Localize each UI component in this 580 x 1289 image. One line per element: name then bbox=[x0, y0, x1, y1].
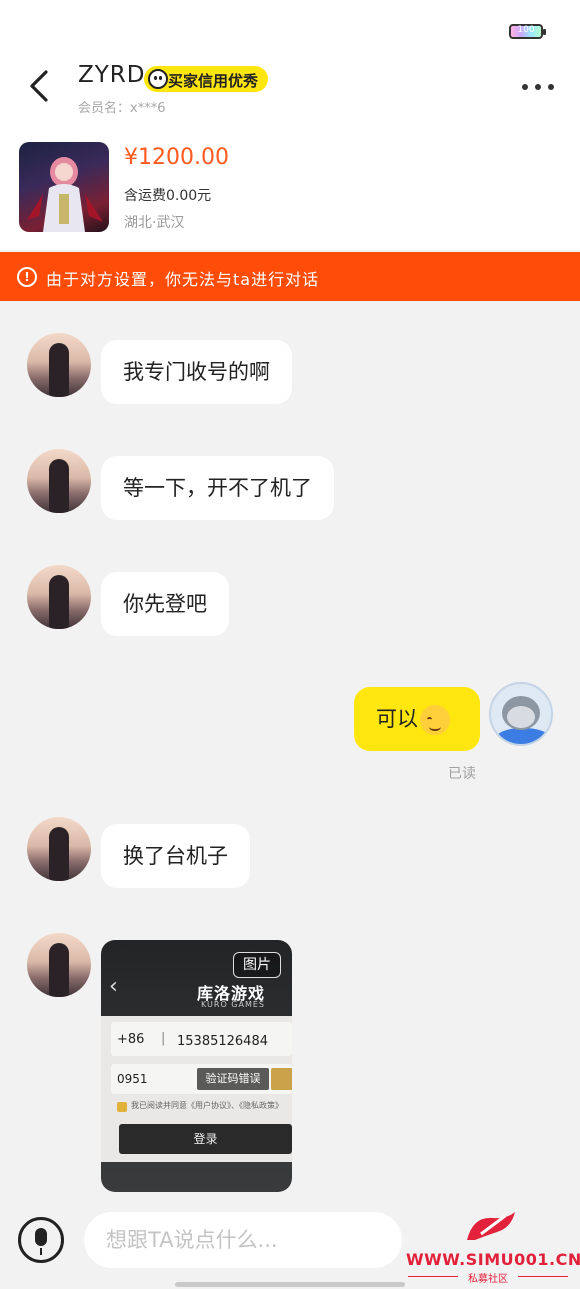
verification-code: 0951 bbox=[117, 1072, 148, 1086]
product-price: ¥1200.00 bbox=[124, 145, 229, 170]
credit-badge[interactable]: 买家信用优秀 bbox=[144, 66, 268, 92]
kuro-logo-subtext: KURO GAMES bbox=[201, 1000, 265, 1009]
watermark-subtitle: 私募社区 bbox=[468, 1274, 508, 1285]
chat-header: 100 ZYRD 买家信用优秀 会员名：x***6 ¥1200.00 含运费0.… bbox=[0, 0, 580, 250]
dot-icon bbox=[522, 84, 528, 90]
shipping-fee: 含运费0.00元 bbox=[124, 188, 212, 204]
battery-icon: 100 bbox=[509, 24, 546, 39]
message-input[interactable] bbox=[84, 1212, 402, 1268]
member-name: 会员名：x***6 bbox=[78, 101, 166, 116]
warning-icon: ! bbox=[17, 267, 37, 287]
message-bubble[interactable]: 你先登吧 bbox=[101, 572, 229, 636]
phone-number: 15385126484 bbox=[177, 1034, 268, 1049]
dot-icon bbox=[548, 84, 554, 90]
message-bubble[interactable]: 换了台机子 bbox=[101, 824, 250, 888]
home-indicator[interactable] bbox=[175, 1282, 405, 1287]
message-bubble[interactable]: 我专门收号的啊 bbox=[101, 340, 292, 404]
read-status: 已读 bbox=[448, 766, 476, 782]
agreement-text: 我已阅读并同意《用户协议》、《隐私政策》 bbox=[131, 1101, 283, 1110]
message-bubble[interactable]: 等一下，开不了机了 bbox=[101, 456, 334, 520]
product-thumbnail[interactable] bbox=[19, 142, 109, 232]
country-code: +86 bbox=[117, 1032, 145, 1047]
more-button[interactable] bbox=[518, 80, 558, 94]
my-avatar[interactable] bbox=[489, 682, 553, 746]
contact-avatar[interactable] bbox=[27, 817, 91, 881]
contact-avatar[interactable] bbox=[27, 333, 91, 397]
contact-avatar[interactable] bbox=[27, 449, 91, 513]
smiling-face-icon bbox=[420, 705, 450, 735]
my-message-bubble[interactable]: 可以 bbox=[354, 687, 480, 751]
code-error-label: 验证码错误 bbox=[197, 1068, 269, 1090]
login-button-photo: 登录 bbox=[119, 1124, 292, 1154]
resend-button-fragment bbox=[271, 1068, 292, 1090]
chevron-left-icon bbox=[30, 70, 48, 102]
contact-name[interactable]: ZYRD bbox=[78, 62, 146, 88]
credit-badge-label: 买家信用优秀 bbox=[168, 72, 259, 90]
checkbox-icon bbox=[117, 1102, 127, 1112]
watermark-logo-icon bbox=[467, 1212, 515, 1240]
game-character-image bbox=[27, 157, 103, 232]
contact-avatar[interactable] bbox=[27, 933, 91, 997]
image-message[interactable]: ‹ 库洛游戏 KURO GAMES 图片 +86 | 15385126484 0… bbox=[101, 940, 292, 1192]
blocked-warning-banner: ! 由于对方设置，你无法与ta进行对话 bbox=[0, 252, 580, 301]
my-message-text: 可以 bbox=[376, 707, 418, 731]
login-form-photo: +86 | 15385126484 0951 验证码错误 我已阅读并同意《用户协… bbox=[101, 1016, 292, 1162]
contact-avatar[interactable] bbox=[27, 565, 91, 629]
field-separator: | bbox=[161, 1031, 166, 1046]
back-button[interactable] bbox=[24, 66, 58, 106]
microphone-icon[interactable] bbox=[18, 1217, 64, 1263]
product-location: 湖北·武汉 bbox=[124, 215, 185, 231]
image-tag: 图片 bbox=[233, 952, 281, 978]
dot-icon bbox=[535, 84, 541, 90]
watermark-divider bbox=[518, 1276, 568, 1277]
watermark-url: WWW.SIMU001.CN bbox=[406, 1250, 580, 1269]
face-icon bbox=[148, 69, 168, 89]
warning-text: 由于对方设置，你无法与ta进行对话 bbox=[46, 270, 320, 289]
chevron-left-icon: ‹ bbox=[109, 974, 118, 999]
